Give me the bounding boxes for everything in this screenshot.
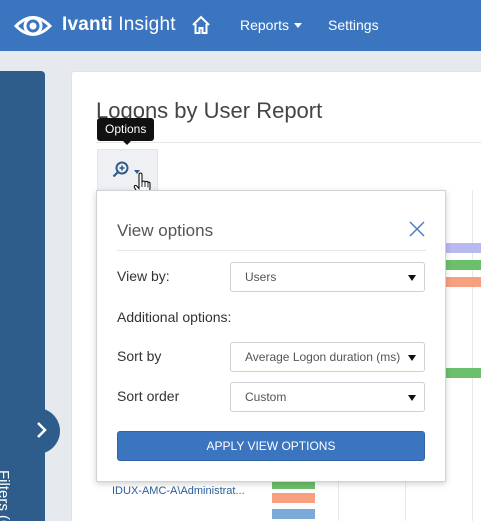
view-options-title: View options (117, 221, 214, 240)
chevron-down-icon (294, 23, 303, 28)
divider (96, 142, 481, 143)
chart-bar (440, 260, 481, 270)
sort-by-select[interactable]: Average Logon duration (ms) (230, 342, 425, 372)
chevron-right-icon[interactable] (35, 418, 49, 442)
chevron-down-icon (408, 355, 416, 361)
sort-order-value: Custom (245, 390, 287, 404)
filters-label[interactable]: Filters (0) (0, 470, 12, 521)
chart-bar (440, 243, 481, 253)
divider (117, 250, 426, 251)
chart-bar (440, 368, 481, 378)
chevron-down-icon (408, 275, 416, 281)
brand-bold: Ivanti (62, 14, 113, 35)
options-tooltip: Options (97, 118, 155, 141)
sort-order-label: Sort order (117, 388, 180, 404)
view-by-value: Users (245, 270, 277, 284)
top-nav-bar: Ivanti Insight Reports Settings (0, 0, 481, 51)
home-icon[interactable] (191, 15, 211, 35)
apply-view-options-button[interactable]: APPLY VIEW OPTIONS (117, 431, 425, 461)
view-by-select[interactable]: Users (230, 262, 425, 292)
nav-reports-menu[interactable]: Reports (240, 17, 303, 33)
close-icon[interactable] (408, 220, 426, 238)
chart-bar (440, 277, 481, 287)
brand-rest: Insight (112, 14, 176, 35)
eye-logo-icon[interactable] (14, 9, 52, 43)
chevron-down-icon (408, 395, 416, 401)
chart-bar (272, 493, 315, 503)
tooltip-arrow (122, 140, 132, 145)
nav-settings-link[interactable]: Settings (328, 17, 379, 33)
sort-order-select[interactable]: Custom (230, 382, 425, 412)
zoom-options-icon[interactable] (112, 160, 130, 178)
sort-by-value: Average Logon duration (ms) (245, 350, 401, 364)
brand-name[interactable]: Ivanti Insight (62, 14, 176, 36)
sort-by-label: Sort by (117, 348, 162, 364)
nav-reports-label: Reports (240, 17, 290, 33)
chart-row-label[interactable]: IDUX-AMC-A\Administrat... (112, 485, 245, 497)
chart-bar (272, 509, 315, 519)
chart-gridline (472, 190, 473, 521)
view-by-label: View by: (117, 268, 170, 284)
additional-options-label: Additional options: (117, 309, 232, 325)
